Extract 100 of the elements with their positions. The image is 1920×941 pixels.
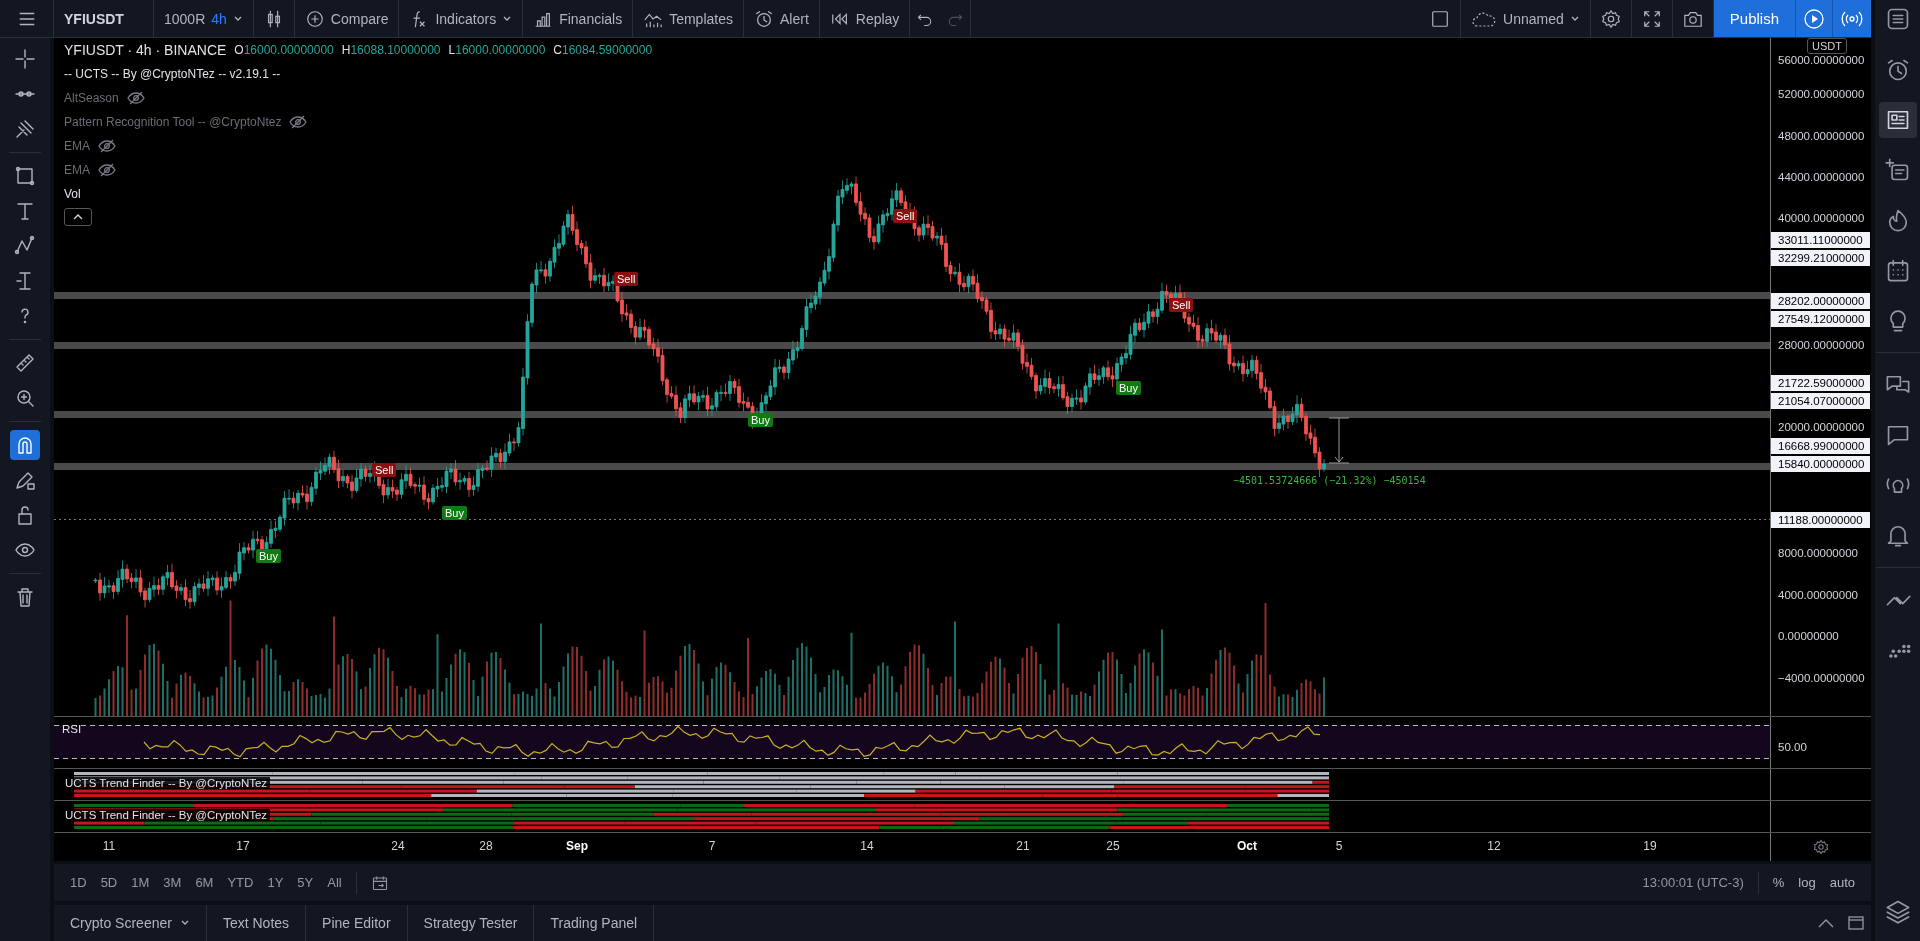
symbol-title: YFIUSDT · 4h · BINANCE [64, 42, 227, 58]
settings-icon[interactable] [1813, 839, 1829, 855]
ohlc-value: L16000.00000000 [448, 43, 546, 57]
signal-label: Buy [442, 506, 467, 520]
line-tool-icon [14, 90, 36, 98]
time-label: 24 [391, 839, 405, 853]
range-button[interactable]: YTD [221, 871, 260, 895]
price-label: 4000.00000000 [1777, 588, 1859, 603]
calendar-icon [370, 873, 389, 892]
eye-off-icon[interactable] [289, 115, 308, 129]
symbol-button[interactable]: YFIUSDT [54, 0, 154, 37]
price-label: 21722.59000000 [1771, 375, 1870, 391]
scale-option[interactable]: log [1792, 871, 1822, 895]
panel-tab[interactable]: Trading Panel [534, 905, 655, 941]
ruler-icon [14, 352, 36, 374]
price-label: 48000.00000000 [1777, 129, 1866, 144]
pane-label: RSI [62, 723, 82, 735]
indicator-name[interactable]: -- UCTS -- By @CryptoNTez -- v2.19.1 -- [64, 67, 281, 81]
price-label: 11188.00000000 [1771, 512, 1870, 528]
panel-tab[interactable]: Pine Editor [306, 905, 408, 941]
cloud-icon [1471, 9, 1498, 28]
play-button[interactable] [1795, 0, 1832, 37]
scale-option[interactable]: % [1766, 871, 1791, 895]
signal-label: Sell [1169, 298, 1194, 312]
newspaper-button[interactable] [1878, 102, 1917, 138]
chevron-up-icon [1817, 917, 1835, 930]
time-label: 11 [102, 839, 116, 853]
time-label: 25 [1106, 839, 1120, 853]
toolbar-button[interactable]: Templates [633, 0, 744, 37]
time-label: 7 [708, 839, 716, 853]
toolbar-button[interactable]: Compare [294, 0, 400, 37]
measure-arrow [1328, 417, 1350, 464]
time-label: 19 [1643, 839, 1657, 853]
indicator-name[interactable]: EMA [64, 163, 90, 177]
range-button[interactable]: 1M [125, 871, 156, 895]
signal-label: Buy [1116, 381, 1141, 395]
range-button[interactable]: 5Y [291, 871, 320, 895]
scale-option[interactable]: auto [1823, 871, 1861, 895]
toolbar-button[interactable]: Indicators [399, 0, 524, 37]
panel-tab[interactable]: Crypto Screener [54, 905, 207, 941]
price-label: 21054.07000000 [1771, 393, 1870, 409]
time-label: 12 [1487, 839, 1501, 853]
time-label: 28 [479, 839, 493, 853]
eye-off-icon[interactable] [98, 139, 116, 153]
range-button[interactable]: All [321, 871, 348, 895]
price-label: 27549.12000000 [1771, 311, 1870, 327]
rsi-label: 50.00 [1777, 740, 1808, 755]
indicator-name[interactable]: EMA [64, 139, 90, 153]
rectangle-icon [14, 165, 36, 187]
eye-off-icon[interactable] [98, 163, 116, 177]
range-button[interactable]: 5D [94, 871, 124, 895]
magnet-button[interactable] [10, 430, 40, 460]
broadcast-button[interactable] [1832, 0, 1871, 37]
crosshair-icon [14, 48, 36, 70]
toolbar-button[interactable]: Alert [744, 0, 820, 37]
panel-tab[interactable]: Strategy Tester [407, 905, 535, 941]
pattern-icon [14, 235, 36, 257]
price-label: 0.00000000 [1777, 629, 1840, 644]
price-label: 40000.00000000 [1777, 211, 1866, 226]
ohlc-value: C16084.59000000 [553, 43, 653, 57]
interval-button[interactable]: 1000R 4h [154, 0, 254, 37]
signal-label: Buy [748, 413, 773, 427]
trash-icon [14, 586, 36, 608]
indicator-name[interactable]: Vol [64, 187, 81, 201]
save-layout-button[interactable]: Unnamed [1461, 0, 1591, 37]
fullscreen-icon [1641, 8, 1662, 29]
range-button[interactable]: 1Y [261, 871, 290, 895]
time-label: 21 [1016, 839, 1030, 853]
eye-off-icon[interactable] [126, 91, 145, 105]
price-label: −4000.00000000 [1777, 671, 1866, 686]
plus-circle-icon [304, 8, 325, 29]
signal-label: Buy [256, 549, 281, 563]
price-label: 28000.00000000 [1777, 338, 1866, 353]
price-label: 56000.00000000 [1777, 53, 1866, 68]
toolbar-button[interactable]: Replay [819, 0, 911, 37]
play-icon [1803, 7, 1825, 30]
signal-label: Sell [614, 272, 639, 286]
range-button[interactable]: 3M [157, 871, 188, 895]
publish-button[interactable]: Publish [1713, 0, 1795, 37]
panel-tab[interactable]: Text Notes [206, 905, 307, 941]
chevron-up-icon [73, 213, 83, 221]
time-label: Sep [566, 839, 588, 853]
price-label: 33011.11000000 [1771, 232, 1870, 248]
price-label: 32299.21000000 [1771, 250, 1870, 266]
collapse-button[interactable] [64, 208, 92, 226]
toolbar-button[interactable]: Financials [523, 0, 634, 37]
price-label: 28202.00000000 [1771, 293, 1870, 309]
signal-label: Sell [893, 209, 918, 223]
range-button[interactable]: 1D [64, 871, 93, 895]
indicator-name[interactable]: AltSeason [64, 91, 119, 105]
indicator-name[interactable]: Pattern Recognition Tool -- @CryptoNtez [64, 115, 282, 129]
text-tool-icon [14, 200, 36, 222]
alarm-icon [754, 8, 774, 29]
zoom-icon [14, 387, 36, 409]
price-label: 44000.00000000 [1777, 170, 1866, 185]
currency-badge: USDT [1807, 38, 1847, 54]
square-icon [1430, 8, 1451, 29]
measure-readout: −4501.53724666 (−21.32%) −450154 [1233, 475, 1426, 486]
range-button[interactable]: 6M [189, 871, 220, 895]
pane-label: UCTS Trend Finder -- By @CryptoNTez [62, 777, 271, 789]
